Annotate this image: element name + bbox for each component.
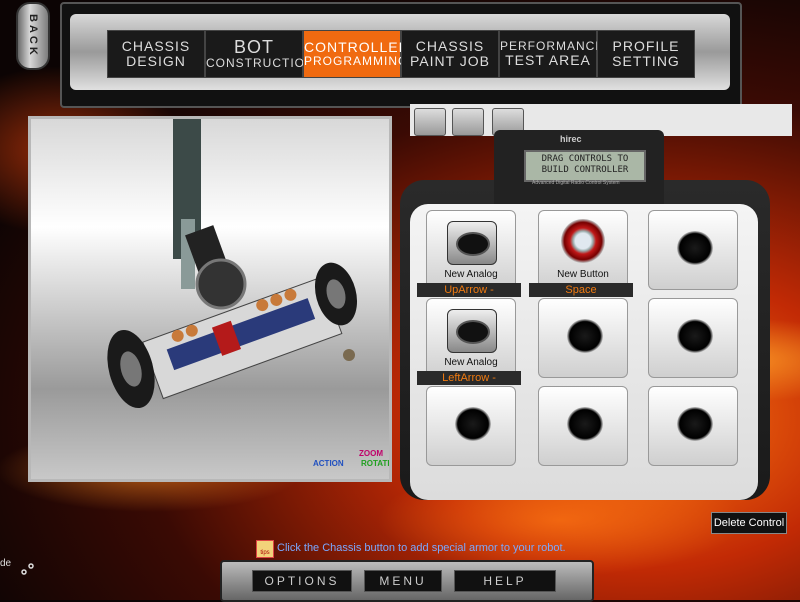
bottom-bar: OPTIONS MENU HELP: [220, 560, 594, 602]
rotate-label[interactable]: ROTATE: [361, 459, 389, 468]
controller-slot-5[interactable]: [538, 298, 628, 378]
controller-slot-7[interactable]: [426, 386, 516, 466]
analog-stick-icon: [447, 221, 497, 265]
empty-socket-icon: [567, 319, 603, 353]
menu-button[interactable]: MENU: [364, 570, 442, 592]
robot-3d-viewport[interactable]: ZOOM ACTION ROTATE: [28, 116, 392, 482]
empty-socket-icon: [677, 231, 713, 265]
radio-controller: hirec DRAG CONTROLS TO BUILD CONTROLLER …: [400, 120, 780, 500]
empty-socket-icon: [567, 407, 603, 441]
slot-name: New Button: [557, 269, 609, 280]
tab-bot-construction[interactable]: BOT CONSTRUCTION: [205, 30, 315, 78]
tab-line2: PROGRAMMING: [304, 54, 409, 69]
back-label: BACK: [27, 14, 39, 58]
delete-control-button[interactable]: Delete Control: [711, 512, 787, 534]
analog-stick-icon: [447, 309, 497, 353]
slot-name: New Analog: [444, 357, 498, 368]
tab-chassis-design[interactable]: CHASSIS DESIGN: [107, 30, 205, 78]
tab-line1: CHASSIS: [415, 38, 485, 55]
lcd-line-1: DRAG CONTROLS TO: [541, 154, 629, 164]
action-label[interactable]: ACTION: [313, 459, 344, 468]
tab-line2: TEST AREA: [505, 51, 591, 68]
slot-name: New Analog: [444, 269, 498, 280]
controller-slot-4[interactable]: New Analog LeftArrow - RightArrow: [417, 298, 521, 398]
volume-icon[interactable]: [20, 562, 34, 576]
tab-line1: PROFILE: [612, 38, 680, 55]
tab-performance-test-area[interactable]: PERFORMANCE TEST AREA: [499, 30, 603, 78]
slot-key: UpArrow - DownArrow: [417, 283, 521, 310]
tips-icon: tips: [256, 540, 274, 558]
slot-key: Space: [529, 283, 633, 297]
controller-slot-9[interactable]: [648, 386, 738, 466]
tab-line2: PAINT JOB: [409, 53, 491, 69]
empty-socket-icon: [677, 407, 713, 441]
back-button[interactable]: BACK: [16, 2, 50, 70]
tab-line1: CHASSIS: [121, 38, 191, 55]
tab-line2: DESIGN: [126, 53, 186, 69]
tab-profile-setting[interactable]: PROFILE SETTING: [597, 30, 695, 78]
tab-line1: CONTROLLER: [304, 39, 410, 56]
controller-slot-1[interactable]: New Analog UpArrow - DownArrow: [417, 210, 521, 310]
empty-socket-icon: [455, 407, 491, 441]
robot-model-image: [107, 119, 358, 409]
controller-slot-2[interactable]: New Button Space: [529, 210, 633, 297]
options-button[interactable]: OPTIONS: [252, 570, 352, 592]
tab-line2: CONSTRUCTION: [206, 56, 315, 71]
tab-line1: BOT: [233, 37, 274, 58]
slot-key: LeftArrow - RightArrow: [417, 371, 521, 398]
tip-text: Click the Chassis button to add special …: [277, 542, 566, 554]
zoom-label[interactable]: ZOOM: [359, 449, 383, 458]
controller-slot-6[interactable]: [648, 298, 738, 378]
controller-slot-3[interactable]: [648, 210, 738, 290]
help-button[interactable]: HELP: [454, 570, 556, 592]
empty-socket-icon: [677, 319, 713, 353]
tab-controller-programming[interactable]: CONTROLLER PROGRAMMING: [303, 30, 410, 78]
volume-label: de: [0, 558, 12, 569]
push-button-icon: [561, 219, 605, 263]
controller-slot-8[interactable]: [538, 386, 628, 466]
controller-lcd: DRAG CONTROLS TO BUILD CONTROLLER: [524, 150, 646, 182]
controller-subtitle: Advanced Digital Radio Control System: [532, 180, 620, 186]
lcd-line-2: BUILD CONTROLLER: [541, 165, 629, 175]
tab-line2: SETTING: [612, 53, 680, 69]
controller-brand: hirec: [560, 134, 582, 144]
tab-chassis-paint-job[interactable]: CHASSIS PAINT JOB: [401, 30, 499, 78]
